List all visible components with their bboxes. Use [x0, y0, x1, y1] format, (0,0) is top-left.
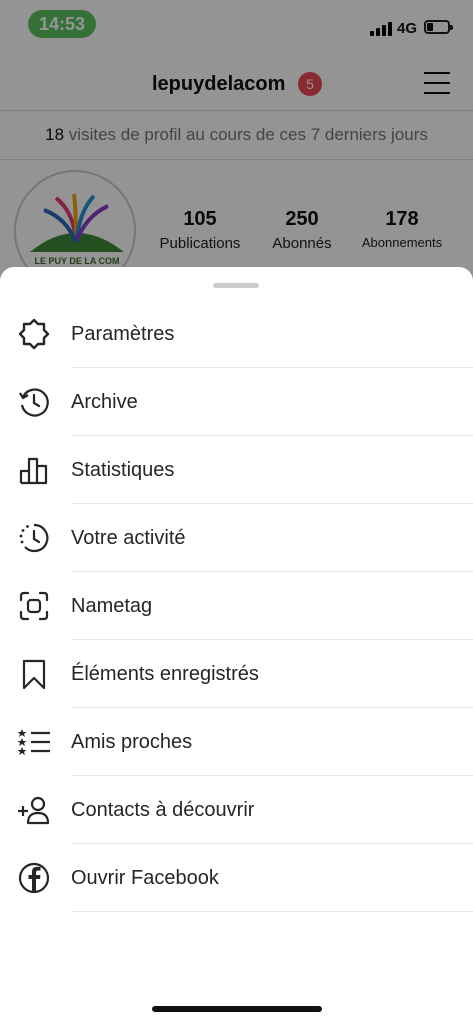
menu-item-label: Amis proches: [71, 731, 193, 753]
menu-item-archive[interactable]: Archive: [0, 368, 473, 436]
nametag-scan-icon: [17, 589, 51, 623]
add-person-icon: [17, 793, 51, 827]
activity-clock-icon: [17, 521, 51, 555]
sheet-grab-handle[interactable]: [213, 283, 259, 288]
menu-item-label: Archive: [71, 391, 138, 413]
bottom-sheet-menu: Paramètres Archive Statistiques Votre ac…: [0, 267, 473, 1024]
menu-item-amis-proches[interactable]: Amis proches: [0, 708, 473, 776]
settings-gear-icon: [17, 317, 51, 351]
close-friends-list-icon: [17, 725, 51, 759]
bookmark-icon: [17, 657, 51, 691]
menu-item-nametag[interactable]: Nametag: [0, 572, 473, 640]
menu-item-contacts-a-decouvrir[interactable]: Contacts à découvrir: [0, 776, 473, 844]
menu-item-label: Statistiques: [71, 459, 175, 481]
bar-chart-icon: [17, 453, 51, 487]
archive-history-icon: [17, 385, 51, 419]
menu-item-label: Nametag: [71, 595, 153, 617]
menu-item-label: Votre activité: [71, 527, 186, 549]
menu-item-label: Paramètres: [71, 323, 175, 345]
home-indicator[interactable]: [152, 1006, 322, 1012]
menu-item-label: Contacts à découvrir: [71, 799, 255, 821]
menu-item-ouvrir-facebook[interactable]: Ouvrir Facebook: [0, 844, 473, 912]
menu-item-statistiques[interactable]: Statistiques: [0, 436, 473, 504]
menu-item-label: Ouvrir Facebook: [71, 867, 219, 889]
facebook-icon: [17, 861, 51, 895]
menu-item-label: Éléments enregistrés: [71, 663, 259, 685]
menu-item-elements-enregistres[interactable]: Éléments enregistrés: [0, 640, 473, 708]
menu-divider: [71, 911, 473, 912]
menu-item-votre-activite[interactable]: Votre activité: [0, 504, 473, 572]
menu-item-parametres[interactable]: Paramètres: [0, 300, 473, 368]
